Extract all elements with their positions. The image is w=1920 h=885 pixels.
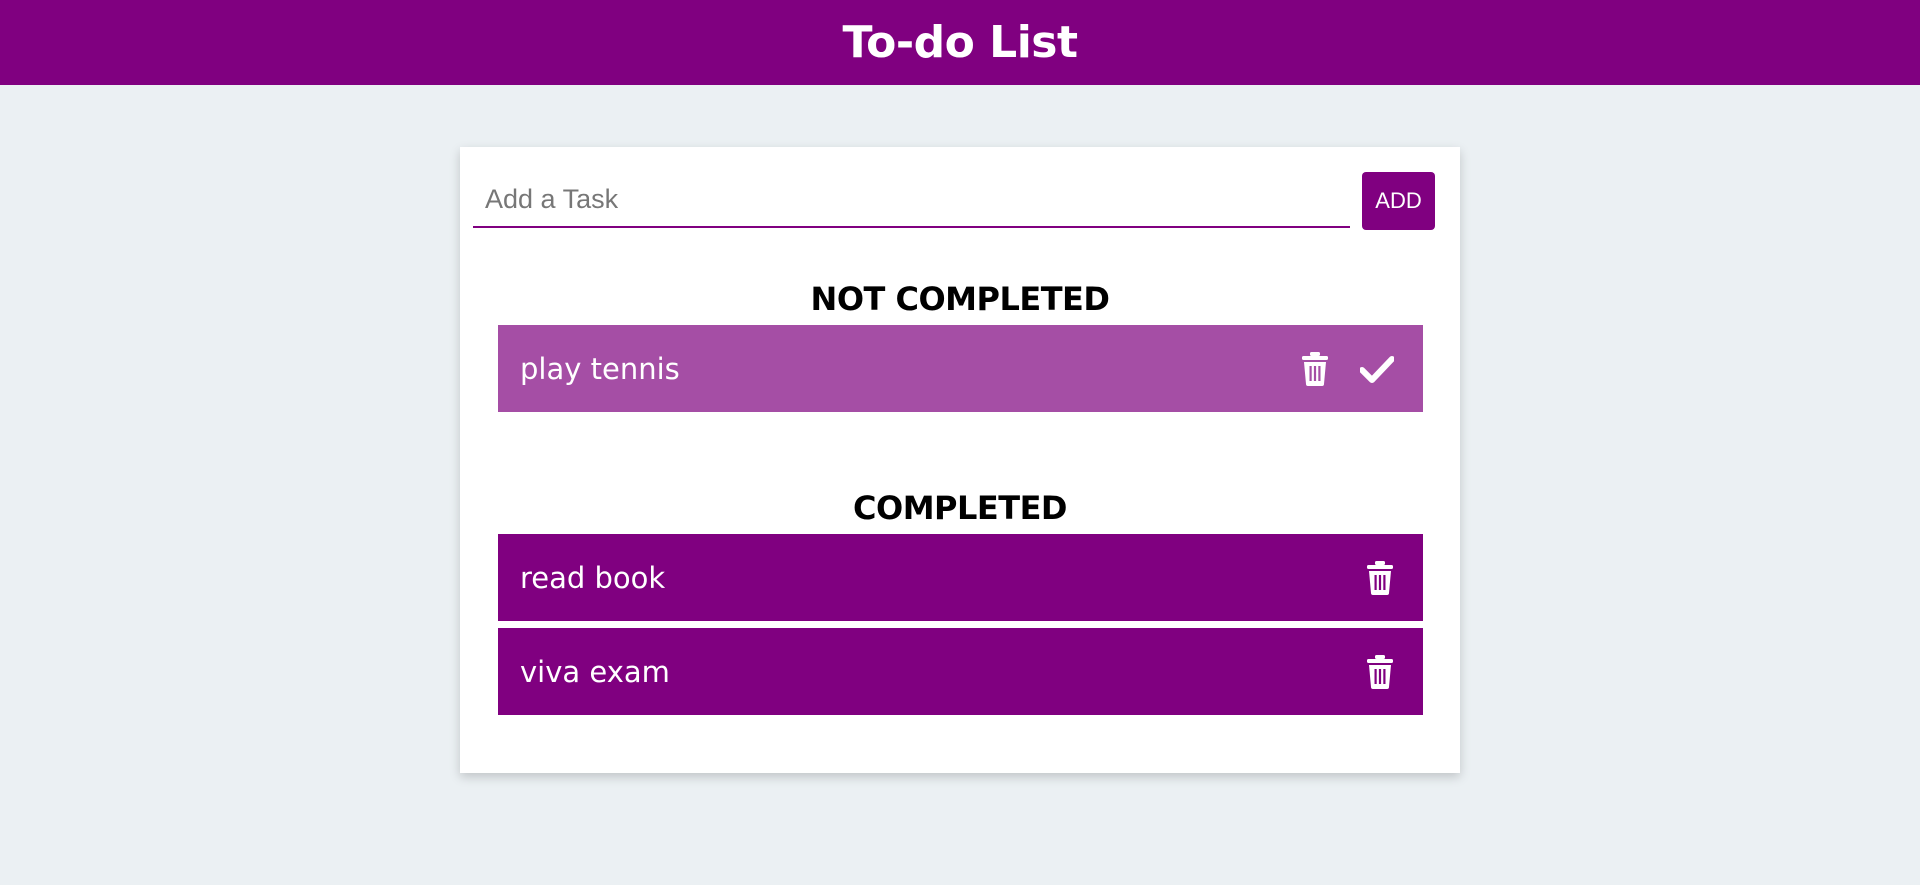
app-header: To-do List	[0, 0, 1920, 85]
not-completed-heading: NOT COMPLETED	[810, 280, 1110, 318]
task-item-viva-exam: viva exam	[498, 628, 1423, 715]
task-label: read book	[520, 560, 666, 595]
add-button[interactable]: ADD	[1362, 172, 1435, 230]
trash-icon[interactable]	[1295, 349, 1335, 389]
trash-icon[interactable]	[1360, 652, 1400, 692]
check-icon[interactable]	[1357, 349, 1397, 389]
task-label: play tennis	[520, 351, 680, 386]
task-item-read-book: read book	[498, 534, 1423, 621]
completed-heading: COMPLETED	[853, 489, 1067, 527]
app-title: To-do List	[842, 17, 1078, 68]
add-task-row: ADD	[473, 172, 1447, 230]
task-label: viva exam	[520, 654, 670, 689]
todo-card: ADD NOT COMPLETED play tennis COMPLETED …	[460, 147, 1460, 773]
task-item-play-tennis: play tennis	[498, 325, 1423, 412]
trash-icon[interactable]	[1360, 558, 1400, 598]
task-input[interactable]	[473, 172, 1350, 228]
